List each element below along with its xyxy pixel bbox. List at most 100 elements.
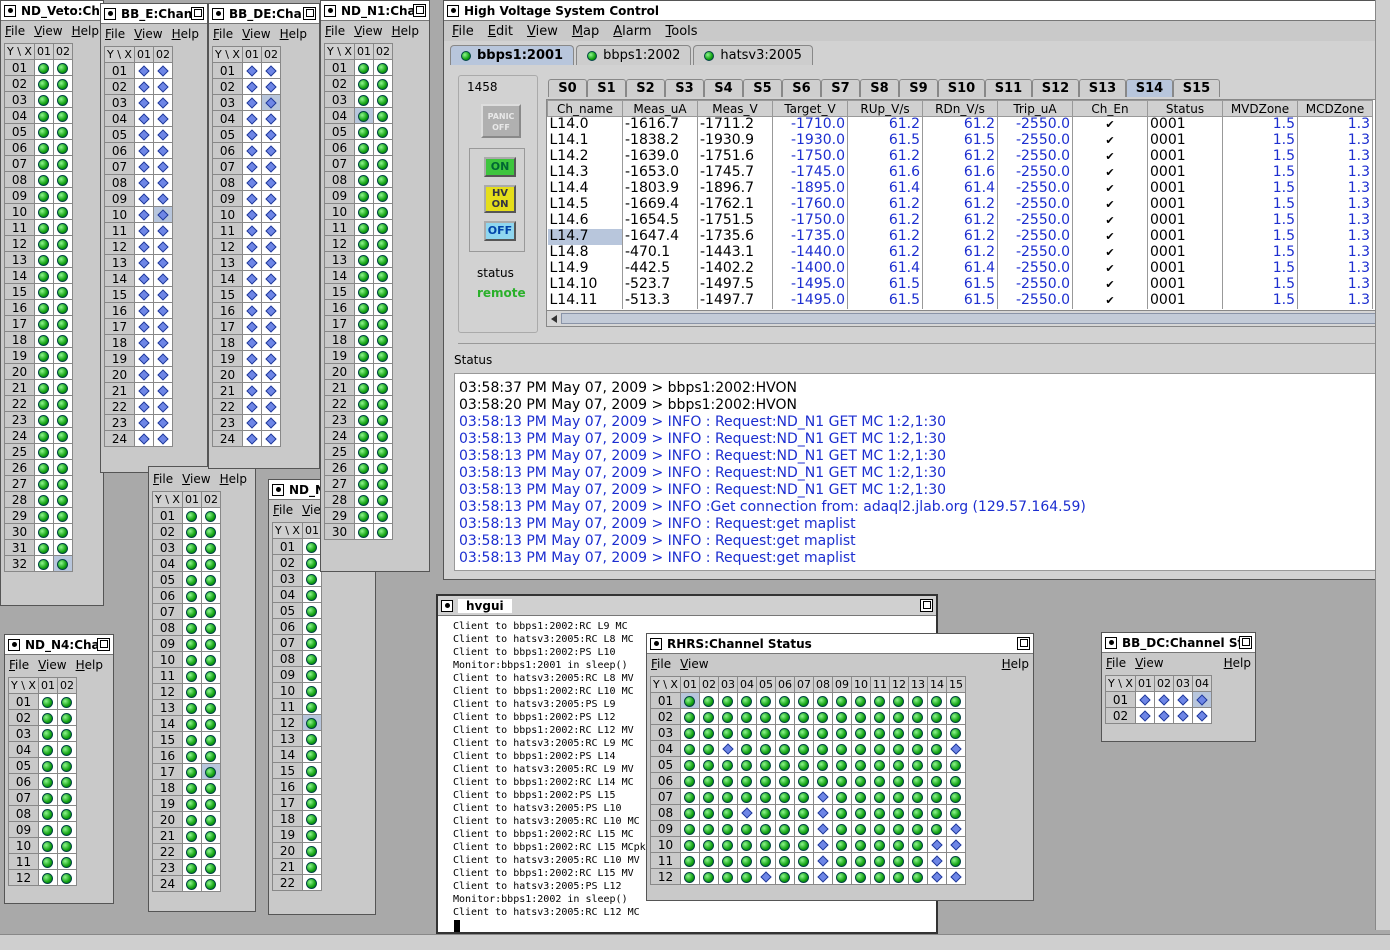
channel-cell[interactable] [907, 692, 928, 709]
channel-cell[interactable] [717, 708, 738, 725]
channel-cell[interactable] [945, 836, 966, 853]
channel-cell[interactable] [181, 507, 202, 524]
channel-cell[interactable] [241, 414, 262, 431]
channel-cell[interactable] [888, 868, 909, 885]
menu-edit[interactable]: Edit [488, 24, 513, 39]
channel-cell[interactable] [200, 859, 221, 876]
column-header[interactable]: MCDZone [1297, 100, 1373, 117]
channel-cell[interactable] [372, 507, 393, 524]
channel-cell[interactable] [56, 869, 77, 886]
channel-cell[interactable] [774, 804, 795, 821]
channel-cell[interactable] [200, 795, 221, 812]
channel-cell[interactable] [353, 395, 374, 412]
channel-cell[interactable] [372, 187, 393, 204]
channel-cell[interactable] [133, 382, 154, 399]
channel-cell[interactable] [353, 475, 374, 492]
channel-cell[interactable] [133, 286, 154, 303]
channel-cell[interactable] [52, 427, 73, 444]
channel-cell[interactable] [353, 203, 374, 220]
channel-cell[interactable] [869, 756, 890, 773]
channel-cell[interactable] [260, 110, 281, 127]
channel-cell[interactable] [372, 267, 393, 284]
channel-cell[interactable] [812, 788, 833, 805]
channel-row[interactable]: L14.5 -1669.4 -1762.1 -1760.0 61.2 61.2 -2550.… [547, 196, 1373, 213]
channel-cell[interactable] [52, 443, 73, 460]
channel-cell[interactable] [679, 820, 700, 837]
channel-cell[interactable] [736, 788, 757, 805]
channel-cell[interactable] [717, 724, 738, 741]
channel-cell[interactable] [56, 805, 77, 822]
channel-cell[interactable] [850, 852, 871, 869]
channel-cell[interactable] [33, 347, 54, 364]
channel-cell[interactable] [372, 75, 393, 92]
channel-cell[interactable] [200, 539, 221, 556]
table-cell[interactable]: -1495.0 [772, 276, 848, 293]
channel-cell[interactable] [926, 852, 947, 869]
channel-cell[interactable] [133, 238, 154, 255]
channel-cell[interactable] [372, 491, 393, 508]
channel-cell[interactable] [793, 772, 814, 789]
channel-cell[interactable] [33, 251, 54, 268]
channel-cell[interactable] [260, 254, 281, 271]
channel-cell[interactable] [52, 59, 73, 76]
channel-cell[interactable] [1191, 691, 1212, 708]
panic-off-button[interactable]: PANIC OFF [481, 104, 521, 138]
channel-cell[interactable] [372, 331, 393, 348]
channel-cell[interactable] [812, 692, 833, 709]
channel-cell[interactable] [152, 206, 173, 223]
channel-cell[interactable] [850, 756, 871, 773]
channel-cell[interactable] [133, 254, 154, 271]
table-cell[interactable]: -1400.0 [772, 260, 848, 277]
channel-cell[interactable] [56, 821, 77, 838]
table-cell[interactable]: -1745.0 [772, 164, 848, 181]
channel-cell[interactable] [200, 779, 221, 796]
nd-n1-titlebar[interactable]: ND_N1:Cha [321, 1, 429, 21]
channel-cell[interactable] [52, 283, 73, 300]
channel-row[interactable]: L14.2 -1639.0 -1751.6 -1750.0 61.2 61.2 -2550.… [547, 148, 1373, 165]
channel-cell[interactable] [353, 267, 374, 284]
channel-cell[interactable] [33, 411, 54, 428]
channel-cell[interactable] [869, 868, 890, 885]
channel-cell[interactable] [888, 708, 909, 725]
channel-row[interactable]: L14.7 -1647.4 -1735.6 -1735.0 61.2 61.2 -2550.… [547, 228, 1373, 245]
channel-cell[interactable] [260, 158, 281, 175]
channel-cell[interactable] [774, 868, 795, 885]
channel-cell[interactable] [56, 853, 77, 870]
channel-cell[interactable] [372, 203, 393, 220]
table-cell[interactable]: ✔ [1072, 212, 1148, 229]
channel-cell[interactable] [812, 868, 833, 885]
menu-view[interactable]: View [1135, 656, 1163, 670]
channel-cell[interactable] [133, 206, 154, 223]
channel-cell[interactable] [52, 395, 73, 412]
column-header[interactable]: Meas_uA [622, 100, 698, 117]
channel-cell[interactable] [133, 126, 154, 143]
channel-cell[interactable] [241, 206, 262, 223]
channel-cell[interactable] [793, 756, 814, 773]
table-cell[interactable]: ✔ [1072, 228, 1148, 245]
channel-cell[interactable] [353, 75, 374, 92]
channel-cell[interactable] [353, 155, 374, 172]
channel-cell[interactable] [869, 820, 890, 837]
menu-help[interactable]: Help [1002, 657, 1029, 671]
nd-veto-titlebar[interactable]: ND_Veto:Ch [1, 1, 103, 21]
channel-cell[interactable] [52, 507, 73, 524]
channel-cell[interactable] [33, 219, 54, 236]
channel-cell[interactable] [926, 692, 947, 709]
slot-tab[interactable]: S0 [548, 79, 587, 97]
channel-cell[interactable] [56, 837, 77, 854]
channel-cell[interactable] [774, 708, 795, 725]
channel-cell[interactable] [200, 619, 221, 636]
channel-cell[interactable] [926, 788, 947, 805]
channel-cell[interactable] [301, 666, 322, 683]
channel-cell[interactable] [372, 523, 393, 540]
channel-cell[interactable] [56, 725, 77, 742]
channel-cell[interactable] [679, 772, 700, 789]
channel-cell[interactable] [831, 820, 852, 837]
channel-cell[interactable] [152, 254, 173, 271]
channel-cell[interactable] [945, 820, 966, 837]
channel-cell[interactable] [301, 746, 322, 763]
channel-cell[interactable] [33, 379, 54, 396]
channel-cell[interactable] [850, 836, 871, 853]
channel-cell[interactable] [850, 708, 871, 725]
maximize-icon[interactable] [413, 4, 426, 17]
